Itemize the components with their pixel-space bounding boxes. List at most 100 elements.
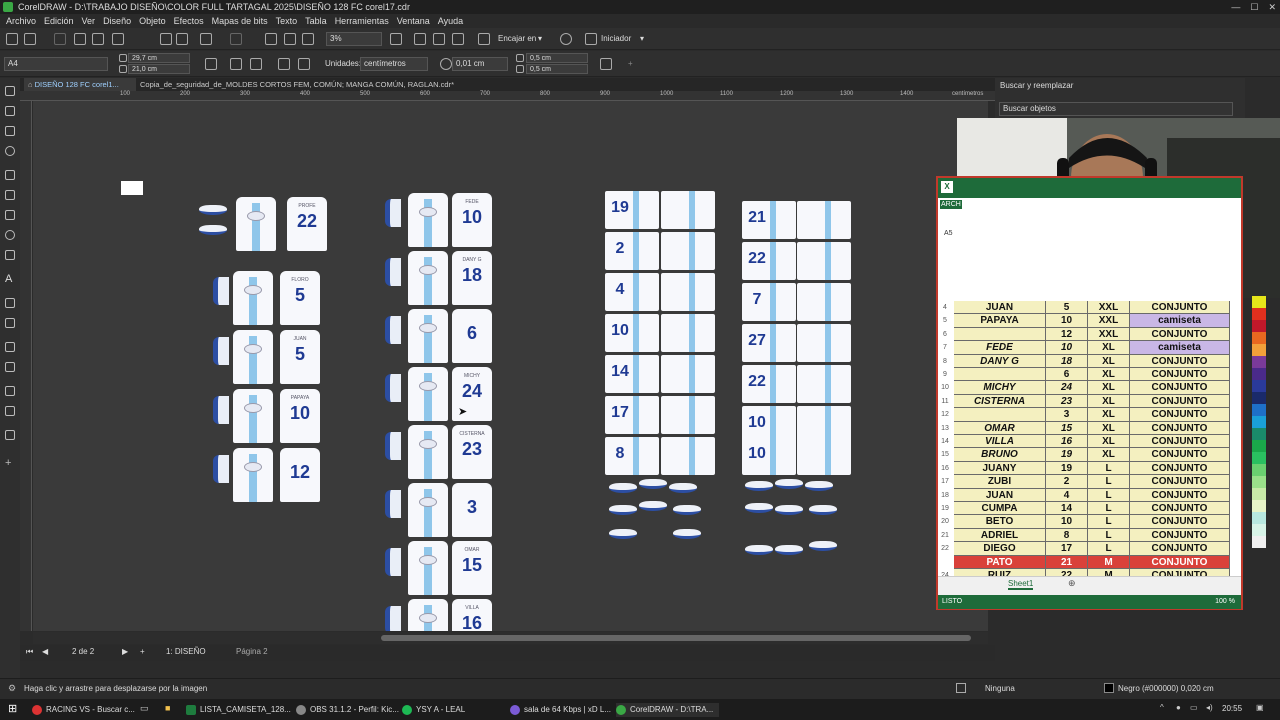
cell-number[interactable]: 2 bbox=[1046, 475, 1088, 489]
raglan-shirt-front[interactable] bbox=[797, 324, 851, 362]
collar-piece[interactable] bbox=[673, 529, 701, 539]
redo-icon[interactable] bbox=[230, 33, 242, 45]
collar-piece[interactable] bbox=[669, 483, 697, 493]
connector-tool-icon[interactable] bbox=[5, 318, 15, 328]
sleeve-piece[interactable] bbox=[213, 455, 229, 483]
small-white-rectangle[interactable] bbox=[121, 181, 143, 195]
pick-tool-icon[interactable] bbox=[5, 86, 15, 96]
row-number[interactable]: 7 bbox=[938, 344, 952, 351]
raglan-shirt-front[interactable] bbox=[661, 437, 715, 475]
cell-number[interactable]: 19 bbox=[1046, 448, 1088, 462]
raglan-shirt-front[interactable] bbox=[797, 201, 851, 239]
sleeve-piece[interactable] bbox=[385, 199, 401, 227]
cell-kind[interactable]: CONJUNTO bbox=[1130, 368, 1230, 382]
table-row[interactable]: 6 12 XXL CONJUNTO bbox=[938, 327, 1241, 342]
raglan-shirt-front[interactable] bbox=[661, 314, 715, 352]
raglan-shirt-front[interactable] bbox=[797, 437, 851, 475]
cell-kind[interactable]: CONJUNTO bbox=[1130, 354, 1230, 368]
palette-swatch[interactable] bbox=[1252, 404, 1266, 416]
palette-swatch[interactable] bbox=[1252, 476, 1266, 488]
table-row[interactable]: 8 DANY G 18 XL CONJUNTO bbox=[938, 354, 1241, 368]
raglan-shirt[interactable]: 8 bbox=[605, 437, 659, 475]
shirt-front[interactable] bbox=[408, 599, 448, 631]
palette-swatch[interactable] bbox=[1252, 344, 1266, 356]
raglan-shirt[interactable]: 22 bbox=[742, 242, 796, 280]
task-racing-vs[interactable]: RACING VS - Buscar c... bbox=[32, 703, 135, 717]
row-number[interactable]: 21 bbox=[938, 532, 952, 539]
cell-size[interactable]: L bbox=[1088, 502, 1130, 516]
shirt-front[interactable] bbox=[233, 330, 273, 384]
shirt-back[interactable]: 12 bbox=[280, 448, 320, 502]
row-number[interactable]: 20 bbox=[938, 518, 952, 525]
task-obs[interactable]: OBS 31.1.2 - Perfil: Kic... bbox=[296, 703, 399, 717]
cell-number[interactable]: 12 bbox=[1046, 327, 1088, 342]
raglan-shirt-front[interactable] bbox=[661, 232, 715, 270]
cell-size[interactable]: XXL bbox=[1088, 301, 1130, 315]
sleeve-piece[interactable] bbox=[385, 374, 401, 402]
snap-icon[interactable] bbox=[478, 33, 490, 45]
palette-swatch[interactable] bbox=[1252, 320, 1266, 332]
gear-icon[interactable]: ⚙ bbox=[8, 683, 16, 694]
palette-swatch[interactable] bbox=[1252, 488, 1266, 500]
palette-swatch[interactable] bbox=[1252, 380, 1266, 392]
cell-size[interactable]: XXL bbox=[1088, 314, 1130, 328]
file-explorer-icon[interactable]: ▭ bbox=[140, 703, 149, 714]
guidelines-icon[interactable] bbox=[452, 33, 464, 45]
first-page-icon[interactable]: ⏮ bbox=[26, 647, 33, 657]
cell-size[interactable]: XXL bbox=[1088, 327, 1130, 342]
color-palette[interactable] bbox=[1252, 296, 1266, 646]
raglan-shirt[interactable]: 21 bbox=[742, 201, 796, 239]
open-icon[interactable] bbox=[24, 33, 36, 45]
microphone-icon[interactable]: ● bbox=[1176, 703, 1181, 712]
menu-ayuda[interactable]: Ayuda bbox=[438, 14, 471, 28]
row-number[interactable]: 23 bbox=[938, 559, 952, 566]
sheet-tab[interactable]: Sheet1 bbox=[1008, 579, 1034, 590]
cell-size[interactable]: L bbox=[1088, 528, 1130, 543]
sleeve-piece[interactable] bbox=[385, 316, 401, 344]
collar-piece[interactable] bbox=[609, 529, 637, 539]
row-number[interactable]: 15 bbox=[938, 451, 952, 458]
raglan-shirt[interactable]: 17 bbox=[605, 396, 659, 434]
tab-diseno-128[interactable]: ⌂ DISEÑO 128 FC corel1... bbox=[24, 78, 136, 91]
raglan-shirt-front[interactable] bbox=[661, 396, 715, 434]
palette-swatch[interactable] bbox=[1252, 464, 1266, 476]
cell-kind[interactable]: CONJUNTO bbox=[1130, 394, 1230, 409]
cell-name[interactable] bbox=[954, 408, 1046, 422]
table-row[interactable]: 16 JUANY 19 L CONJUNTO bbox=[938, 461, 1241, 476]
page-size-select[interactable]: A4 bbox=[4, 57, 108, 71]
all-pages-icon[interactable] bbox=[205, 58, 217, 70]
menu-herramientas[interactable]: Herramientas bbox=[335, 14, 397, 28]
cell-number[interactable]: 17 bbox=[1046, 542, 1088, 556]
collar-piece[interactable] bbox=[775, 545, 803, 555]
menu-ver[interactable]: Ver bbox=[82, 14, 104, 28]
print-icon[interactable] bbox=[74, 33, 86, 45]
shirt-front[interactable] bbox=[236, 197, 276, 251]
pdf-icon[interactable] bbox=[302, 33, 314, 45]
scrollbar-thumb[interactable] bbox=[381, 635, 971, 641]
volume-icon[interactable]: ◂) bbox=[1206, 703, 1213, 712]
raglan-shirt-front[interactable] bbox=[797, 283, 851, 321]
cell-size[interactable]: L bbox=[1088, 542, 1130, 556]
shirt-back[interactable]: OMAR 15 bbox=[452, 541, 492, 595]
ellipse-tool-icon[interactable] bbox=[5, 230, 15, 240]
tab-page-2[interactable]: Página 2 bbox=[236, 647, 268, 656]
launcher-dropdown[interactable]: Iniciador bbox=[601, 32, 631, 46]
polygon-tool-icon[interactable] bbox=[5, 250, 15, 260]
cell-kind[interactable]: CONJUNTO bbox=[1130, 327, 1230, 342]
cell-size[interactable]: L bbox=[1088, 461, 1130, 476]
palette-swatch[interactable] bbox=[1252, 368, 1266, 380]
collar-piece[interactable] bbox=[809, 505, 837, 515]
table-row[interactable]: 15 BRUNO 19 XL CONJUNTO bbox=[938, 448, 1241, 462]
shirt-front[interactable] bbox=[408, 309, 448, 363]
fill-status[interactable]: Ninguna bbox=[985, 684, 1015, 693]
network-icon[interactable]: ▭ bbox=[1190, 703, 1198, 712]
collar-piece[interactable] bbox=[809, 541, 837, 551]
row-number[interactable]: 17 bbox=[938, 478, 952, 485]
outline-status[interactable]: Negro (#000000) 0,020 cm bbox=[1118, 684, 1214, 693]
cell-name[interactable]: DIEGO bbox=[954, 542, 1046, 556]
table-row[interactable]: 4 JUAN 5 XXL CONJUNTO bbox=[938, 301, 1241, 315]
plus-icon[interactable]: + bbox=[5, 458, 15, 469]
raglan-shirt[interactable]: 7 bbox=[742, 283, 796, 321]
cell-name[interactable]: BRUNO bbox=[954, 448, 1046, 462]
cell-name[interactable]: MICHY bbox=[954, 381, 1046, 395]
